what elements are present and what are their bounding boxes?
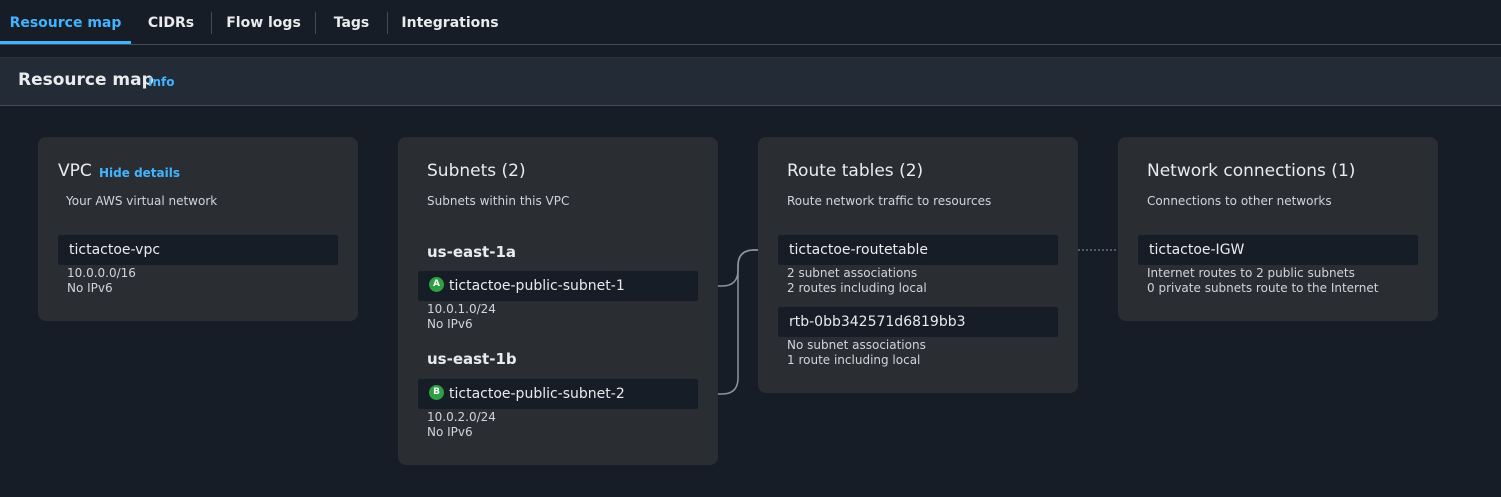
- route-table-node[interactable]: rtb-0bb342571d6819bb3: [778, 307, 1058, 337]
- vpc-card: VPC Hide details Your AWS virtual networ…: [38, 137, 358, 321]
- subnets-subtitle: Subnets within this VPC: [427, 194, 570, 208]
- subnet-ipv6: No IPv6: [427, 425, 473, 439]
- route-table-routes: 1 route including local: [787, 353, 921, 367]
- az-badge-icon: A: [429, 277, 444, 292]
- igw-private-routes: 0 private subnets route to the Internet: [1147, 281, 1379, 295]
- subnet-name: tictactoe-public-subnet-2: [449, 386, 625, 402]
- az-badge-icon: B: [429, 385, 444, 400]
- route-table-associations: 2 subnet associations: [787, 266, 918, 280]
- subnet-cidr: 10.0.2.0/24: [427, 410, 496, 424]
- vpc-cidr: 10.0.0.0/16: [67, 266, 136, 280]
- route-tables-card: Route tables (2) Route network traffic t…: [758, 137, 1078, 393]
- subnet-name: tictactoe-public-subnet-1: [449, 278, 625, 294]
- subnet-node[interactable]: Btictactoe-public-subnet-2: [418, 379, 698, 409]
- hide-details-link[interactable]: Hide details: [99, 166, 180, 180]
- route-tables-subtitle: Route network traffic to resources: [787, 194, 992, 208]
- az-label: us-east-1b: [427, 350, 517, 368]
- network-connections-card: Network connections (1) Connections to o…: [1118, 137, 1438, 321]
- vpc-node[interactable]: tictactoe-vpc: [58, 235, 338, 265]
- subnet-ipv6: No IPv6: [427, 317, 473, 331]
- route-table-associations: No subnet associations: [787, 338, 926, 352]
- az-label: us-east-1a: [427, 243, 517, 261]
- subnets-card: Subnets (2) Subnets within this VPC us-e…: [398, 137, 718, 465]
- network-connections-title: Network connections (1): [1147, 161, 1356, 181]
- subnet-cidr: 10.0.1.0/24: [427, 302, 496, 316]
- subnet-node[interactable]: Atictactoe-public-subnet-1: [418, 271, 698, 301]
- vpc-ipv6: No IPv6: [67, 281, 113, 295]
- igw-routes: Internet routes to 2 public subnets: [1147, 266, 1355, 280]
- igw-node[interactable]: tictactoe-IGW: [1138, 235, 1418, 265]
- vpc-subtitle: Your AWS virtual network: [66, 194, 218, 208]
- route-table-node[interactable]: tictactoe-routetable: [778, 235, 1058, 265]
- vpc-title: VPC: [58, 161, 92, 181]
- route-tables-title: Route tables (2): [787, 161, 924, 181]
- network-connections-subtitle: Connections to other networks: [1147, 194, 1332, 208]
- route-table-routes: 2 routes including local: [787, 281, 927, 295]
- subnets-title: Subnets (2): [427, 161, 526, 181]
